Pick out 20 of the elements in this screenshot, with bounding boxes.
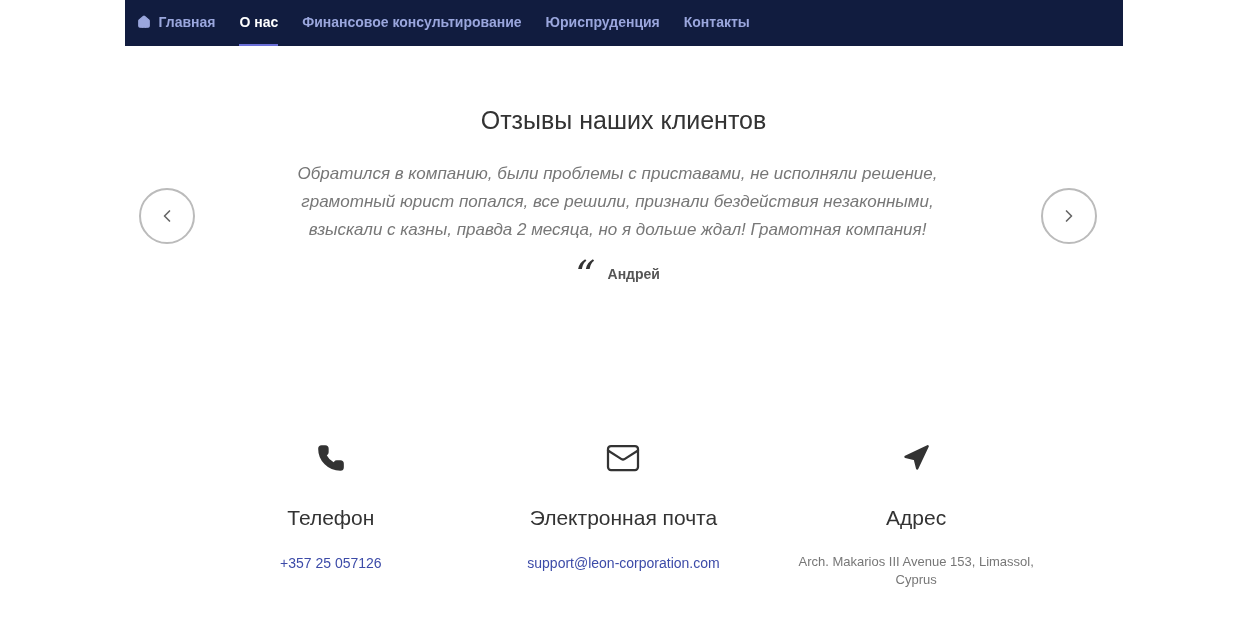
quote-mark: “ [575, 259, 596, 290]
next-button[interactable] [1040, 187, 1097, 244]
nav-link[interactable]: О нас [239, 0, 279, 46]
contact-title: Телефон [287, 504, 375, 531]
section-title: Отзывы наших клиентов [480, 105, 767, 136]
contact-title: Электронная почта [529, 504, 718, 531]
home-icon [136, 15, 151, 29]
location-arrow-icon [902, 443, 931, 472]
author-name: Андрей [607, 265, 660, 284]
previous-button[interactable] [138, 187, 195, 244]
contact-link[interactable]: support@leon-corporation.com [527, 553, 720, 574]
contact-title: Адрес [886, 504, 947, 531]
contact-address: Arch. Makarios III Avenue 153, Limassol, Cyprus [797, 553, 1035, 589]
contact-link[interactable]: +357 25 057126 [280, 553, 382, 574]
nav-link[interactable]: Юриспруденция [545, 0, 660, 46]
nav-link[interactable]: Контакты [683, 0, 750, 46]
phone-icon [316, 443, 345, 472]
nav-link[interactable]: Главная [136, 0, 216, 46]
nav-link[interactable]: Финансовое консультирование [302, 0, 522, 46]
testimonial-quote: Обратился в компанию, были проблемы с приставами, не исполняли решение, грамотный юрист попался, все решили, признали бездействия незаконными, взыскали с казны, правда 2 месяца, но я дольше ждал! Грамотная компания! [296, 162, 939, 241]
